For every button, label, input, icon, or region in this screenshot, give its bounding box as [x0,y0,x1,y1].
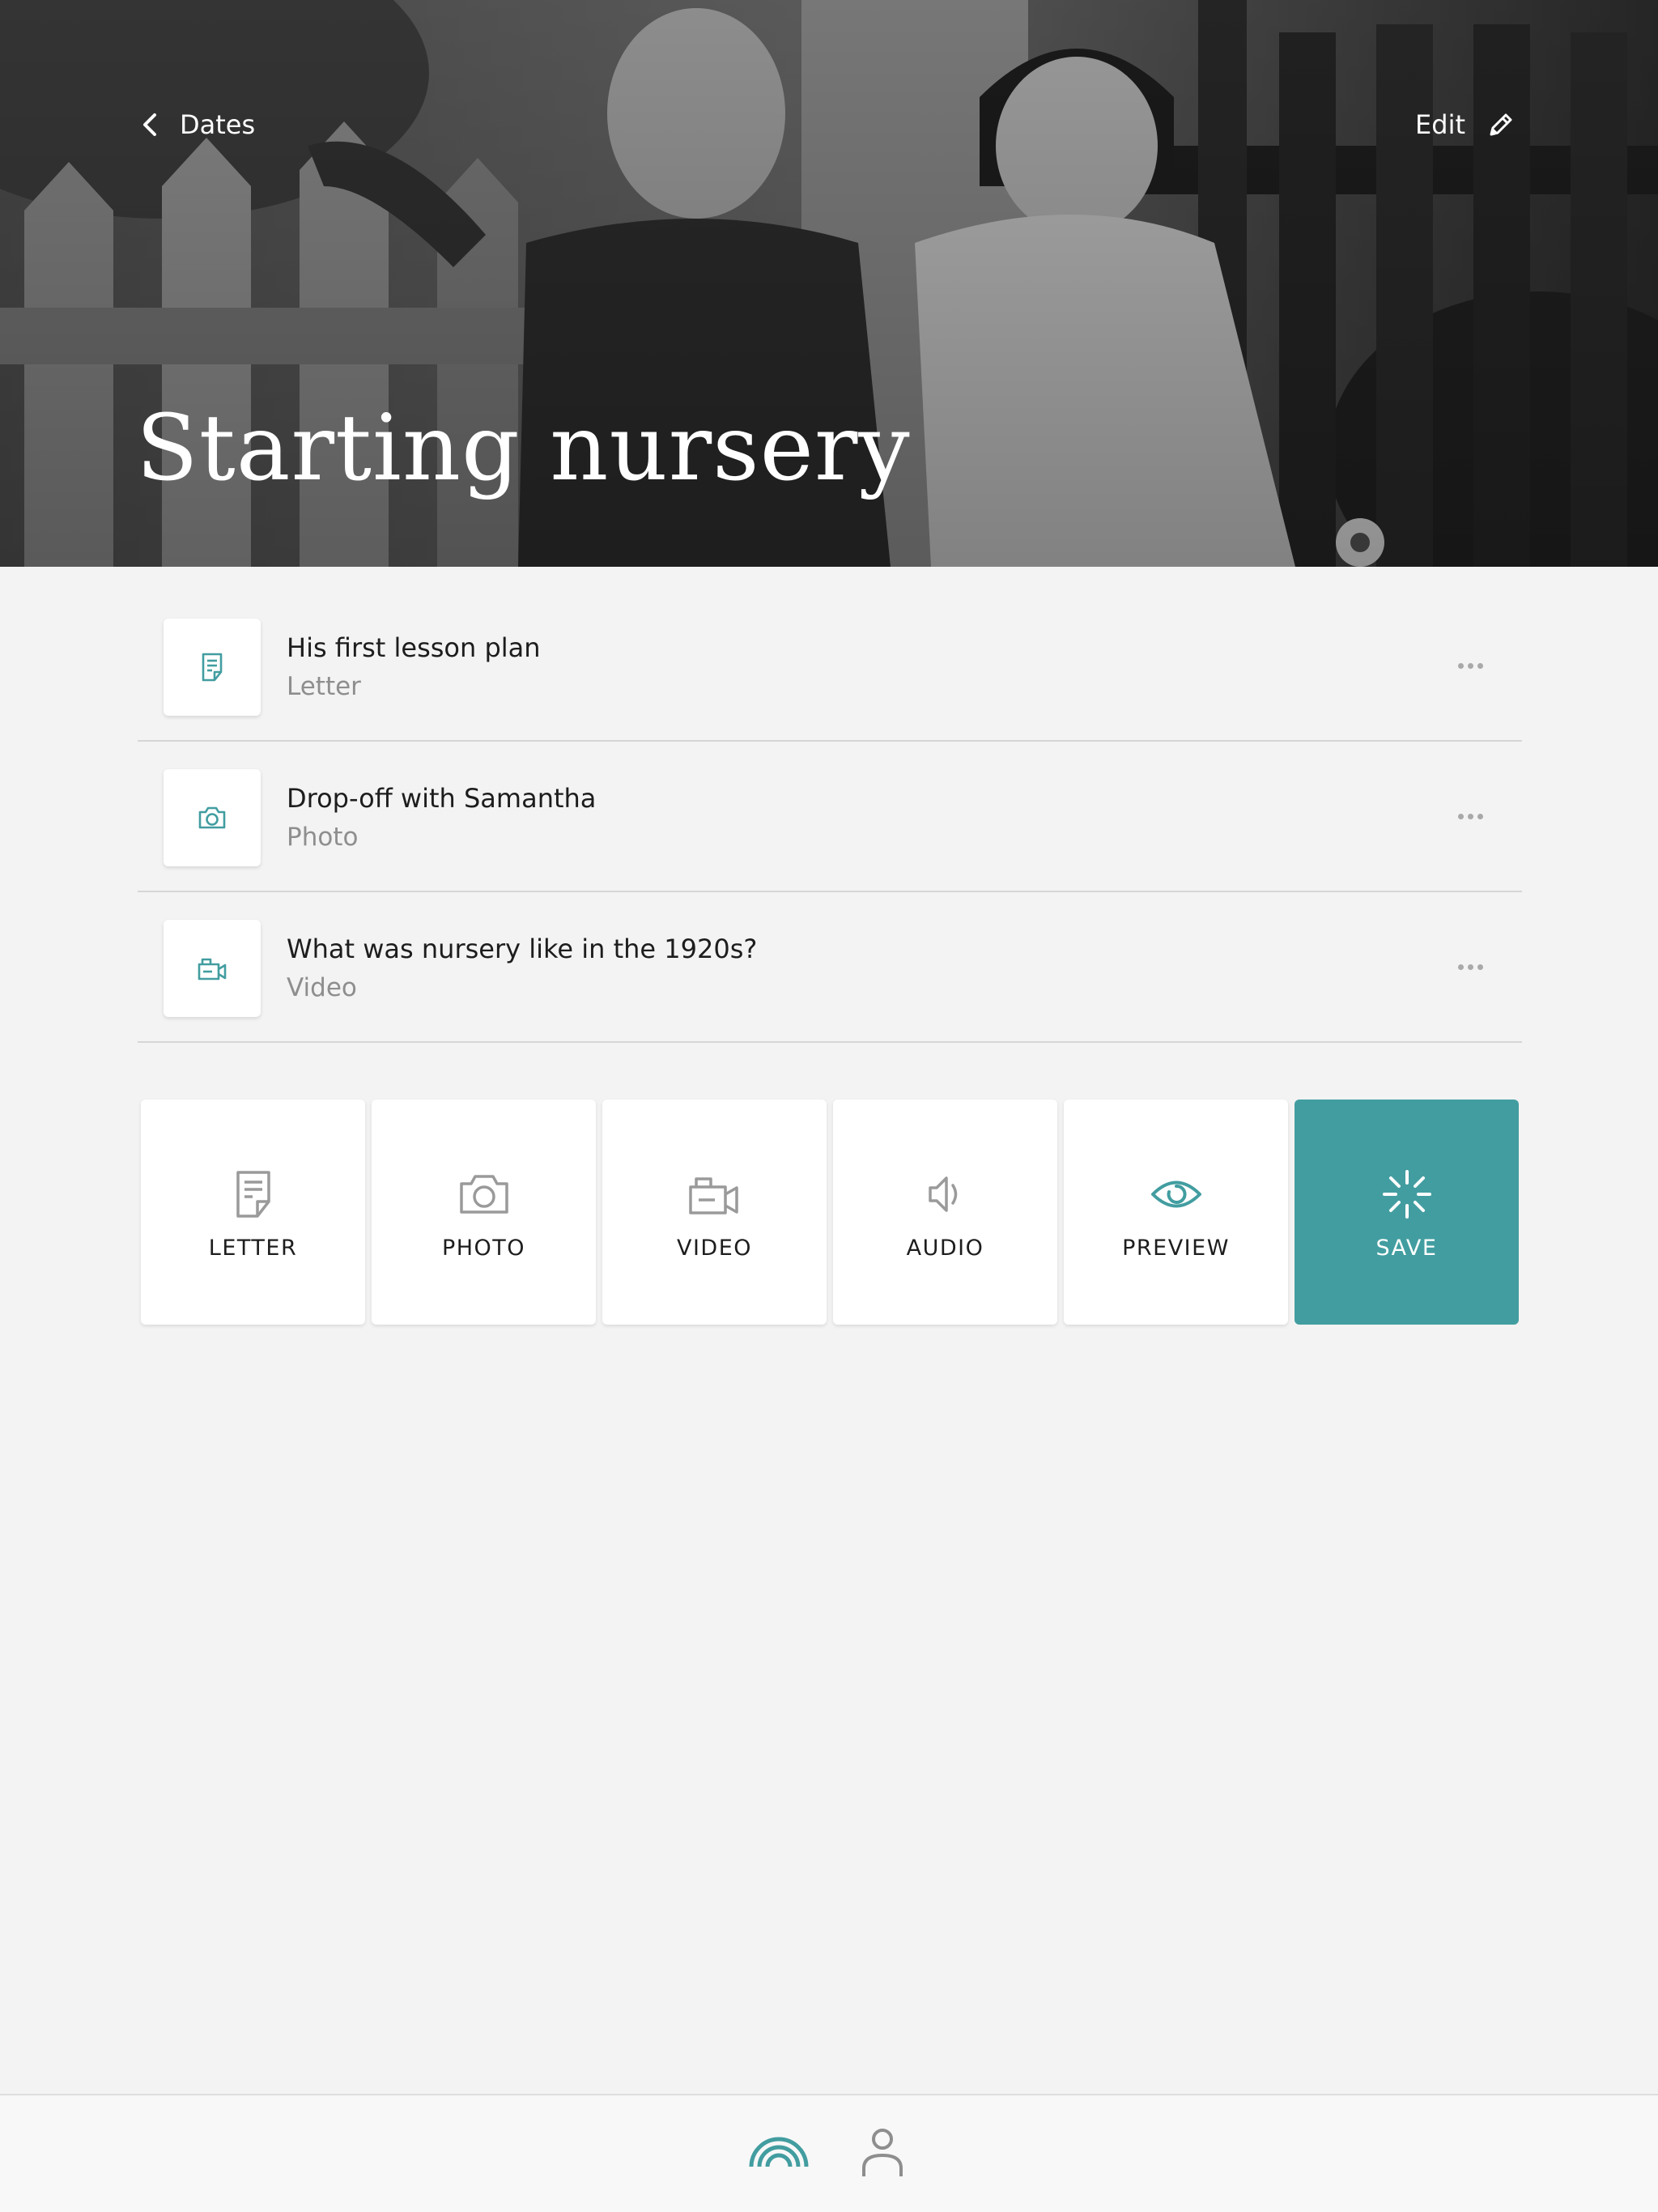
back-label: Dates [180,109,256,140]
memory-item-list: His first lesson plan Letter Drop-off wi… [138,591,1522,1043]
eye-icon [1150,1180,1201,1208]
video-camera-icon [688,1177,738,1214]
more-options-button[interactable] [1451,653,1490,678]
hero-banner: Dates Edit Starting nursery [0,0,1658,567]
pencil-icon [1490,113,1512,136]
tile-label: PHOTO [441,1236,526,1261]
chevron-left-icon [143,113,156,136]
letter-icon [236,1171,270,1218]
add-letter-button[interactable]: LETTER [141,1100,365,1325]
more-options-button[interactable] [1451,803,1490,829]
preview-button[interactable]: PREVIEW [1064,1100,1288,1325]
letter-icon [202,653,223,682]
item-icon-tile [164,619,261,716]
ellipsis-icon [1457,662,1464,669]
tile-label: AUDIO [906,1236,984,1261]
item-title: What was nursery like in the 1920s? [287,934,758,964]
save-button[interactable]: SAVE [1295,1100,1519,1325]
item-title: Drop-off with Samantha [287,783,597,814]
camera-icon [198,806,226,829]
item-title: His first lesson plan [287,632,541,663]
add-content-bar: LETTER PHOTO VIDEO AUDIO PREVIEW SAVE [141,1100,1519,1325]
ellipsis-icon [1457,963,1464,970]
item-type: Photo [287,823,359,852]
item-type: Letter [287,672,361,701]
tile-label: VIDEO [676,1236,753,1261]
more-options-button[interactable] [1451,954,1490,980]
item-icon-tile [164,769,261,866]
nav-profile-button[interactable] [850,2125,915,2181]
add-video-button[interactable]: VIDEO [602,1100,827,1325]
tile-label: PREVIEW [1122,1236,1230,1261]
rainbow-icon [749,2137,809,2167]
back-button[interactable]: Dates [141,107,255,143]
list-item[interactable]: His first lesson plan Letter [138,591,1522,742]
speaker-icon [928,1176,957,1212]
ellipsis-icon [1457,813,1464,819]
list-item[interactable]: Drop-off with Samantha Photo [138,742,1522,892]
item-icon-tile [164,920,261,1017]
person-icon [862,2129,903,2176]
tile-label: LETTER [208,1236,298,1261]
edit-button[interactable]: Edit [1415,105,1516,144]
camera-icon [459,1175,508,1214]
list-item[interactable]: What was nursery like in the 1920s? Vide… [138,892,1522,1043]
bottom-navigation [0,2094,1658,2212]
page-title: Starting nursery [136,396,911,501]
item-type: Video [287,973,357,1002]
add-audio-button[interactable]: AUDIO [833,1100,1057,1325]
nav-home-button[interactable] [746,2125,811,2181]
loading-spinner-icon [1382,1170,1431,1219]
edit-label: Edit [1415,109,1465,140]
add-photo-button[interactable]: PHOTO [372,1100,596,1325]
tile-label: SAVE [1375,1236,1438,1261]
video-camera-icon [198,958,227,981]
